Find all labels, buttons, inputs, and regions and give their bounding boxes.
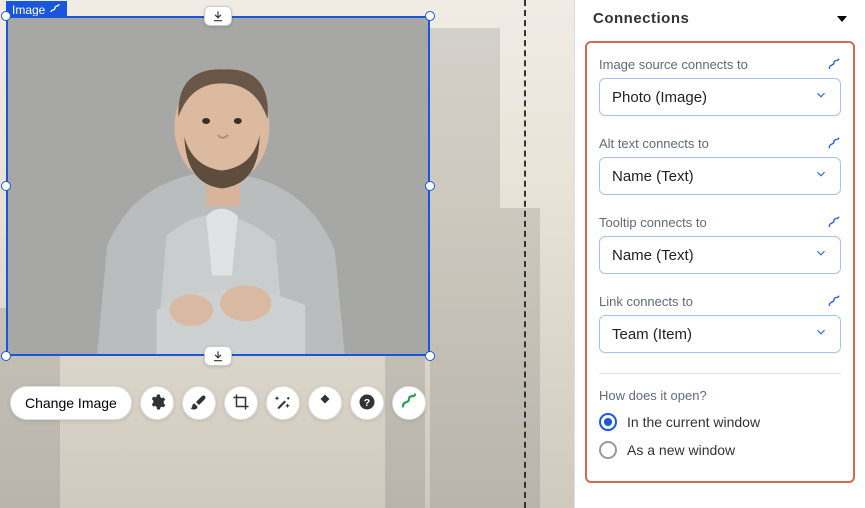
help-button[interactable]: ? bbox=[350, 386, 384, 420]
connection-group-link: Link connects to Team (Item) bbox=[599, 294, 841, 353]
panel-title: Connections bbox=[593, 10, 689, 27]
chevron-down-icon bbox=[814, 246, 828, 264]
open-behavior-label: How does it open? bbox=[599, 388, 841, 403]
connections-highlight-box: Image source connects to Photo (Image) A… bbox=[585, 41, 855, 483]
stretch-handle-top[interactable] bbox=[204, 6, 232, 26]
connection-squiggle-icon bbox=[400, 393, 418, 414]
radio-label: As a new window bbox=[627, 442, 735, 458]
connection-label: Image source connects to bbox=[599, 57, 748, 72]
select-value: Team (Item) bbox=[612, 326, 692, 343]
collapse-triangle-icon bbox=[837, 16, 847, 22]
chevron-down-icon bbox=[814, 88, 828, 106]
stretch-handle-bottom[interactable] bbox=[204, 346, 232, 366]
connection-label: Alt text connects to bbox=[599, 136, 709, 151]
connection-select-link[interactable]: Team (Item) bbox=[599, 315, 841, 353]
resize-handle-ne[interactable] bbox=[425, 11, 435, 21]
connection-group-image-source: Image source connects to Photo (Image) bbox=[599, 57, 841, 116]
selected-image-element[interactable]: Image bbox=[6, 16, 430, 356]
selection-type-text: Image bbox=[12, 3, 45, 17]
radio-icon bbox=[599, 413, 617, 431]
chevron-down-icon bbox=[814, 167, 828, 185]
brush-icon bbox=[190, 393, 208, 414]
radio-icon bbox=[599, 441, 617, 459]
element-toolbar: Change Image ? bbox=[10, 386, 426, 420]
open-option-new-window[interactable]: As a new window bbox=[599, 441, 841, 459]
radio-label: In the current window bbox=[627, 414, 760, 430]
connection-icon[interactable] bbox=[827, 295, 841, 309]
resize-handle-w[interactable] bbox=[1, 181, 11, 191]
help-icon: ? bbox=[358, 393, 376, 414]
editor-canvas[interactable]: Image bbox=[0, 0, 574, 508]
svg-text:?: ? bbox=[364, 396, 370, 408]
panel-header[interactable]: Connections bbox=[575, 0, 865, 39]
select-value: Name (Text) bbox=[612, 247, 694, 264]
open-option-current-window[interactable]: In the current window bbox=[599, 413, 841, 431]
chevron-down-icon bbox=[814, 325, 828, 343]
data-connection-button[interactable] bbox=[392, 386, 426, 420]
connection-icon bbox=[49, 2, 61, 17]
resize-handle-e[interactable] bbox=[425, 181, 435, 191]
connection-icon[interactable] bbox=[827, 216, 841, 230]
connection-label: Tooltip connects to bbox=[599, 215, 707, 230]
connections-panel: Connections Image source connects to Pho… bbox=[574, 0, 865, 508]
crop-icon bbox=[232, 393, 250, 414]
change-image-button[interactable]: Change Image bbox=[10, 386, 132, 420]
connection-group-alt-text: Alt text connects to Name (Text) bbox=[599, 136, 841, 195]
connection-group-tooltip: Tooltip connects to Name (Text) bbox=[599, 215, 841, 274]
connection-select-alt-text[interactable]: Name (Text) bbox=[599, 157, 841, 195]
resize-handle-sw[interactable] bbox=[1, 351, 11, 361]
connection-label: Link connects to bbox=[599, 294, 693, 309]
resize-handle-se[interactable] bbox=[425, 351, 435, 361]
connection-icon[interactable] bbox=[827, 58, 841, 72]
image-content bbox=[6, 16, 430, 356]
animation-button[interactable] bbox=[308, 386, 342, 420]
filters-button[interactable] bbox=[182, 386, 216, 420]
select-value: Photo (Image) bbox=[612, 89, 707, 106]
connection-select-tooltip[interactable]: Name (Text) bbox=[599, 236, 841, 274]
effects-button[interactable] bbox=[266, 386, 300, 420]
settings-button[interactable] bbox=[140, 386, 174, 420]
select-value: Name (Text) bbox=[612, 168, 694, 185]
canvas-guide-line bbox=[524, 0, 526, 508]
resize-handle-nw[interactable] bbox=[1, 11, 11, 21]
panel-divider bbox=[599, 373, 841, 374]
connection-icon[interactable] bbox=[827, 137, 841, 151]
layers-icon bbox=[316, 393, 334, 414]
magic-wand-icon bbox=[274, 393, 292, 414]
gear-icon bbox=[148, 393, 166, 414]
connection-select-image-source[interactable]: Photo (Image) bbox=[599, 78, 841, 116]
crop-button[interactable] bbox=[224, 386, 258, 420]
